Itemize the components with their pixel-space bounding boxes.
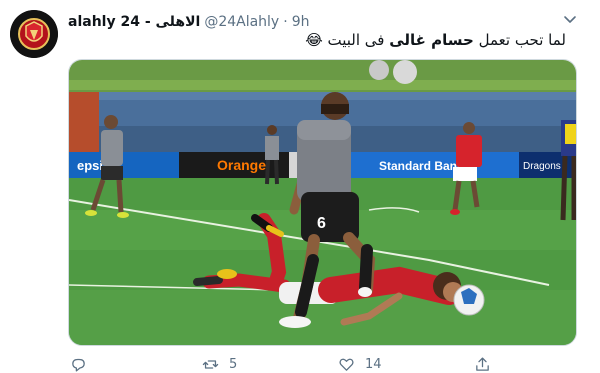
timestamp[interactable]: 9h (292, 14, 310, 30)
tweet-text-part: فى البيت 😂 (305, 31, 390, 49)
shirt-number: 6 (317, 215, 326, 232)
ad-board-text: Dragons (523, 161, 561, 172)
like-button[interactable]: 14 (338, 355, 382, 373)
separator-dot: · (283, 14, 288, 30)
reply-button[interactable] (70, 355, 97, 373)
caret-down-icon[interactable] (562, 11, 578, 27)
display-name[interactable]: alahly 24 - الاهلى (68, 14, 200, 30)
like-icon (339, 358, 354, 371)
ad-board-text: Orange (217, 157, 266, 173)
football (453, 284, 485, 316)
ad-board-text: epsi (77, 158, 103, 173)
tweet-text-bold: حسام غالى (389, 31, 474, 49)
tweet-actions: 5 14 (68, 355, 498, 373)
retweet-button[interactable]: 5 (202, 355, 237, 373)
reply-icon (72, 358, 85, 372)
tweet-image[interactable]: epsi Orange Standard Bank Dragons 6 (68, 59, 577, 346)
retweet-count: 5 (229, 356, 238, 372)
club-logo-icon (10, 10, 58, 58)
user-handle[interactable]: @24Alahly (204, 14, 279, 30)
retweet-icon (202, 359, 219, 369)
avatar[interactable] (10, 10, 58, 58)
tweet-text: لما تحب تعمل حسام غالى فى البيت 😂 (68, 29, 566, 51)
ad-board-text: Standard Bank (379, 159, 464, 173)
tweet-text-part: لما تحب تعمل (473, 31, 566, 49)
share-button[interactable] (474, 355, 491, 373)
share-icon (476, 356, 489, 371)
like-count: 14 (365, 356, 382, 372)
